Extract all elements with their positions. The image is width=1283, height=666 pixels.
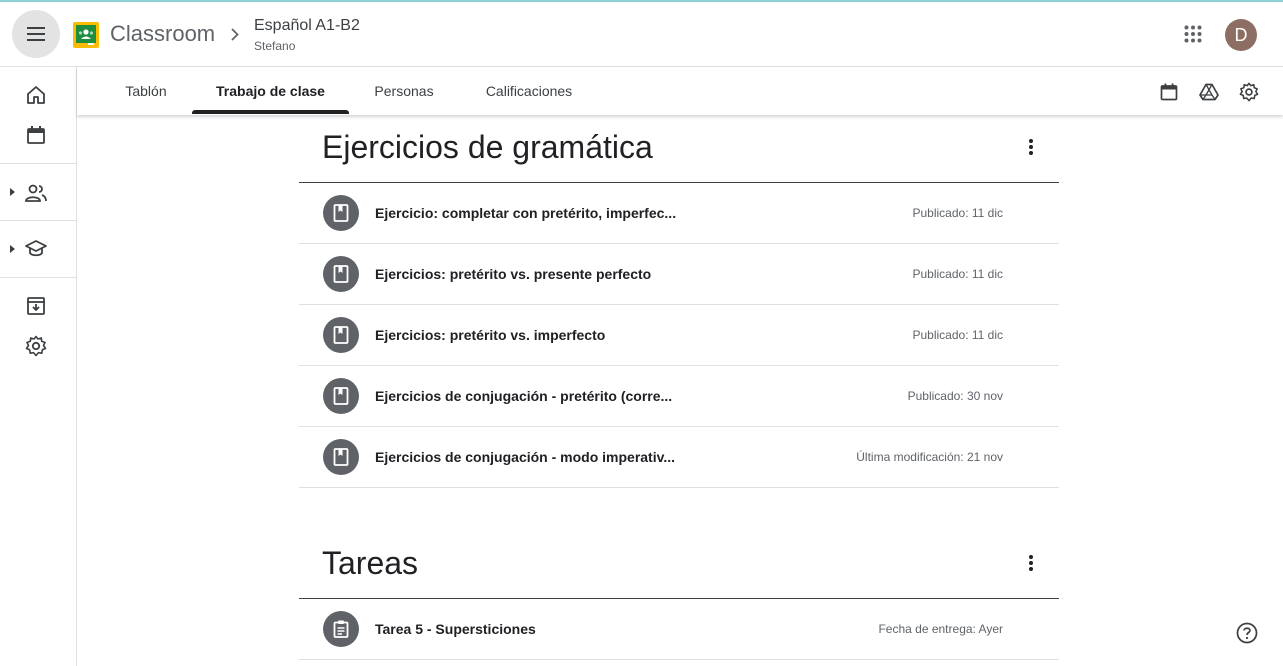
sidebar-divider [0, 163, 76, 164]
help-icon [1236, 622, 1258, 644]
class-name[interactable]: Español A1-B2 [254, 16, 360, 36]
item-title[interactable]: Ejercicios: pretérito vs. imperfecto [375, 326, 605, 344]
sidebar-item-teaching[interactable] [16, 173, 56, 213]
settings-gear-icon [25, 335, 47, 357]
expand-caret-icon[interactable] [8, 187, 16, 197]
sidebar [0, 67, 77, 666]
more-vert-icon [1029, 555, 1033, 571]
main-menu-button[interactable] [12, 10, 60, 58]
drive-folder-button[interactable] [1191, 74, 1227, 110]
account-avatar[interactable]: D [1225, 19, 1257, 51]
item-title[interactable]: Ejercicios: pretérito vs. presente perfe… [375, 265, 651, 283]
more-vert-icon [1029, 139, 1033, 155]
sidebar-item-archived[interactable] [16, 286, 56, 326]
material-icon [323, 439, 359, 475]
classwork-item[interactable]: Ejercicios: pretérito vs. presente perfe… [299, 244, 1059, 305]
topic-title[interactable]: Tareas [322, 543, 418, 583]
tab-stream[interactable]: Tablón [106, 67, 186, 115]
sidebar-divider [0, 277, 76, 278]
home-icon [27, 86, 45, 104]
material-icon [323, 378, 359, 414]
topic-more-options-button[interactable] [1011, 127, 1051, 167]
tab-grades[interactable]: Calificaciones [469, 67, 589, 115]
help-button[interactable] [1233, 619, 1261, 647]
apps-grid-icon [1184, 25, 1202, 43]
classwork-item[interactable]: Ejercicios de conjugación - pretérito (c… [299, 366, 1059, 427]
topic-more-options-button[interactable] [1011, 543, 1051, 583]
hamburger-icon [27, 27, 45, 41]
topic-title[interactable]: Ejercicios de gramática [322, 127, 653, 167]
classwork-item[interactable]: Ejercicios de conjugación - modo imperat… [299, 427, 1059, 488]
google-apps-button[interactable] [1173, 14, 1213, 54]
topic-section: Ejercicios de gramática Ejercicio: compl… [299, 115, 1059, 495]
sidebar-item-home[interactable] [16, 75, 56, 115]
material-icon [323, 256, 359, 292]
calendar-icon [27, 126, 45, 144]
tab-people[interactable]: Personas [359, 67, 449, 115]
app-title[interactable]: Classroom [110, 20, 215, 48]
topic-section: Tareas Tarea 5 - Supersticiones Fecha de… [299, 531, 1059, 666]
classwork-content: Ejercicios de gramática Ejercicio: compl… [77, 115, 1283, 666]
assignment-icon [323, 611, 359, 647]
classroom-logo-icon[interactable] [73, 22, 99, 48]
item-date: Publicado: 11 dic [912, 267, 1003, 281]
class-settings-button[interactable] [1231, 74, 1267, 110]
item-date: Publicado: 11 dic [912, 206, 1003, 220]
item-title[interactable]: Ejercicios de conjugación - modo imperat… [375, 448, 675, 466]
app-header: Classroom Español A1-B2 Stefano D [0, 2, 1283, 67]
drive-icon [1199, 83, 1219, 101]
sidebar-divider [0, 220, 76, 221]
classwork-item[interactable]: Ejercicios: pretérito vs. imperfecto Pub… [299, 305, 1059, 366]
item-title[interactable]: Ejercicios de conjugación - pretérito (c… [375, 387, 672, 405]
class-section: Stefano [254, 39, 296, 53]
material-icon [323, 195, 359, 231]
sidebar-item-enrolled[interactable] [16, 229, 56, 269]
item-date: Última modificación: 21 nov [856, 450, 1003, 464]
graduation-cap-icon [25, 240, 47, 257]
item-title[interactable]: Ejercicio: completar con pretérito, impe… [375, 204, 676, 222]
material-icon [323, 317, 359, 353]
item-title[interactable]: Tarea 5 - Supersticiones [375, 620, 536, 638]
item-date: Publicado: 30 nov [907, 389, 1003, 403]
class-tabs-bar: Tablón Trabajo de clase Personas Calific… [77, 67, 1283, 115]
breadcrumb-chevron-icon [226, 23, 244, 45]
active-tab-indicator [192, 110, 349, 114]
calendar-icon [1160, 83, 1178, 101]
archive-icon [27, 297, 45, 315]
people-icon [25, 184, 47, 202]
classwork-item[interactable]: Tarea 5 - Supersticiones Fecha de entreg… [299, 599, 1059, 660]
item-due-date: Fecha de entrega: Ayer [878, 622, 1003, 636]
classwork-item[interactable]: Ejercicio: completar con pretérito, impe… [299, 183, 1059, 244]
google-calendar-button[interactable] [1151, 74, 1187, 110]
item-date: Publicado: 11 dic [912, 328, 1003, 342]
tab-classwork[interactable]: Trabajo de clase [192, 67, 349, 115]
sidebar-item-calendar[interactable] [16, 115, 56, 155]
sidebar-item-settings[interactable] [16, 326, 56, 366]
settings-gear-icon [1239, 82, 1259, 102]
expand-caret-icon[interactable] [8, 244, 16, 254]
